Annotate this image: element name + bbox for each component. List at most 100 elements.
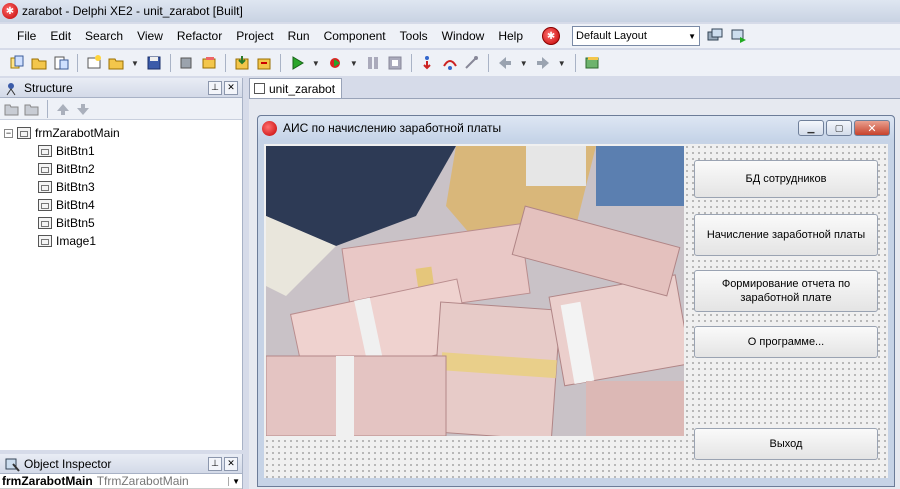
structure-icon (6, 82, 16, 95)
back-arrow-icon[interactable] (496, 54, 514, 72)
add-to-project-icon[interactable] (233, 54, 251, 72)
set-debug-desktop-icon[interactable] (730, 27, 748, 45)
chevron-down-icon[interactable]: ▼ (520, 59, 528, 68)
pin-icon[interactable]: ⊥ (208, 456, 222, 471)
tree-item[interactable]: BitBtn4 (4, 196, 242, 214)
step-over-icon[interactable] (441, 54, 459, 72)
selected-object-type: TfrmZarabotMain (96, 474, 189, 488)
form-icon (17, 127, 31, 139)
save-all-icon[interactable] (178, 54, 196, 72)
bitbtn-icon (38, 217, 52, 229)
structure-toolbar (0, 98, 242, 120)
save-desktop-icon[interactable] (706, 27, 724, 45)
designer-area: unit_zarabot АИС по начислению заработно… (245, 78, 900, 489)
chevron-down-icon[interactable]: ▼ (350, 59, 358, 68)
collapse-toggle-icon[interactable]: − (4, 128, 13, 138)
close-button[interactable]: ✕ (854, 120, 890, 136)
salary-calculation-button[interactable]: Начисление заработной платы (694, 214, 878, 256)
run-without-debugging-icon[interactable] (326, 54, 344, 72)
menu-edit[interactable]: Edit (43, 29, 78, 43)
image-icon (38, 235, 52, 247)
open-menu-icon[interactable] (107, 54, 125, 72)
designed-form-window[interactable]: АИС по начислению заработной платы ▁ ▢ ✕ (257, 115, 895, 487)
tree-item-label: BitBtn3 (56, 180, 95, 194)
form-title-bar: АИС по начислению заработной платы ▁ ▢ ✕ (258, 116, 894, 140)
expand-all-icon[interactable] (4, 102, 20, 116)
run-to-cursor-icon[interactable] (463, 54, 481, 72)
maximize-button[interactable]: ▢ (826, 120, 852, 136)
close-icon[interactable]: ✕ (224, 456, 238, 471)
tree-item[interactable]: BitBtn2 (4, 160, 242, 178)
chevron-down-icon: ▼ (688, 31, 697, 41)
tree-item-label: BitBtn4 (56, 198, 95, 212)
chevron-down-icon[interactable]: ▼ (312, 59, 320, 68)
menu-file[interactable]: File (10, 29, 43, 43)
embarcadero-logo-icon[interactable]: ✱ (542, 27, 561, 45)
layout-select[interactable]: Default Layout ▼ (572, 26, 701, 46)
save-icon[interactable] (145, 54, 163, 72)
move-up-icon[interactable] (55, 102, 71, 116)
move-down-icon[interactable] (75, 102, 91, 116)
toolbar-separator (410, 54, 412, 72)
stop-icon[interactable] (386, 54, 404, 72)
salary-report-button[interactable]: Формирование отчета по заработной плате (694, 270, 878, 312)
menu-search[interactable]: Search (78, 29, 130, 43)
collapse-all-icon[interactable] (24, 102, 40, 116)
menu-tools[interactable]: Tools (393, 29, 435, 43)
pause-icon[interactable] (364, 54, 382, 72)
employees-db-button[interactable]: БД сотрудников (694, 160, 878, 198)
remove-from-project-icon[interactable] (255, 54, 273, 72)
form-caption: АИС по начислению заработной платы (283, 121, 502, 135)
toolbar-separator (47, 99, 48, 118)
menu-view[interactable]: View (130, 29, 170, 43)
object-inspector-panel: Object Inspector ⊥ ✕ frmZarabotMain Tfrm… (0, 454, 243, 489)
tree-item-label: BitBtn1 (56, 144, 95, 158)
form-client-area: БД сотрудников Начисление заработной пла… (264, 144, 888, 478)
open-file-icon[interactable] (52, 54, 70, 72)
tree-item[interactable]: BitBtn5 (4, 214, 242, 232)
unit-file-icon (254, 83, 265, 94)
exit-button[interactable]: Выход (694, 428, 878, 460)
object-inspector-header: Object Inspector ⊥ ✕ (0, 454, 242, 474)
tree-item[interactable]: Image1 (4, 232, 242, 250)
menu-component[interactable]: Component (317, 29, 393, 43)
menu-window[interactable]: Window (435, 29, 492, 43)
layout-select-value: Default Layout (576, 30, 647, 42)
minimize-button[interactable]: ▁ (798, 120, 824, 136)
run-icon[interactable] (288, 54, 306, 72)
toolbar-separator (574, 54, 576, 72)
forward-arrow-icon[interactable] (534, 54, 552, 72)
about-button[interactable]: О программе... (694, 326, 878, 358)
menu-refactor[interactable]: Refactor (170, 29, 229, 43)
new-form-icon[interactable] (85, 54, 103, 72)
tree-item[interactable]: BitBtn1 (4, 142, 242, 160)
tree-item-label: BitBtn2 (56, 162, 95, 176)
close-icon[interactable]: ✕ (224, 80, 238, 95)
selected-object-name: frmZarabotMain (2, 474, 93, 488)
tree-item-label: Image1 (56, 234, 97, 248)
menu-run[interactable]: Run (281, 29, 317, 43)
object-selector[interactable]: frmZarabotMain TfrmZarabotMain ▼ (0, 474, 242, 489)
pin-icon[interactable]: ⊥ (208, 80, 222, 95)
toolbar-separator (77, 54, 78, 72)
chevron-down-icon[interactable]: ▼ (131, 59, 139, 68)
structure-tree: − frmZarabotMain BitBtn1 BitBtn2 BitBtn3… (0, 120, 242, 250)
tab-label: unit_zarabot (269, 81, 336, 96)
new-items-icon[interactable] (8, 54, 26, 72)
toolbar-separator (224, 54, 226, 72)
tree-item-label: BitBtn5 (56, 216, 95, 230)
tree-item[interactable]: BitBtn3 (4, 178, 242, 196)
bitbtn-icon (38, 181, 52, 193)
form-logo-icon (262, 120, 277, 136)
menu-help[interactable]: Help (491, 29, 530, 43)
image1[interactable] (266, 146, 684, 436)
tab-unit-zarabot[interactable]: unit_zarabot (249, 78, 343, 98)
object-inspector-title: Object Inspector (24, 456, 112, 471)
tree-item-root[interactable]: − frmZarabotMain (4, 124, 242, 142)
menu-project[interactable]: Project (229, 29, 280, 43)
help-contents-icon[interactable] (583, 54, 601, 72)
open-project-icon[interactable] (30, 54, 48, 72)
chevron-down-icon[interactable]: ▼ (558, 59, 566, 68)
close-all-icon[interactable] (200, 54, 218, 72)
trace-into-icon[interactable] (419, 54, 437, 72)
